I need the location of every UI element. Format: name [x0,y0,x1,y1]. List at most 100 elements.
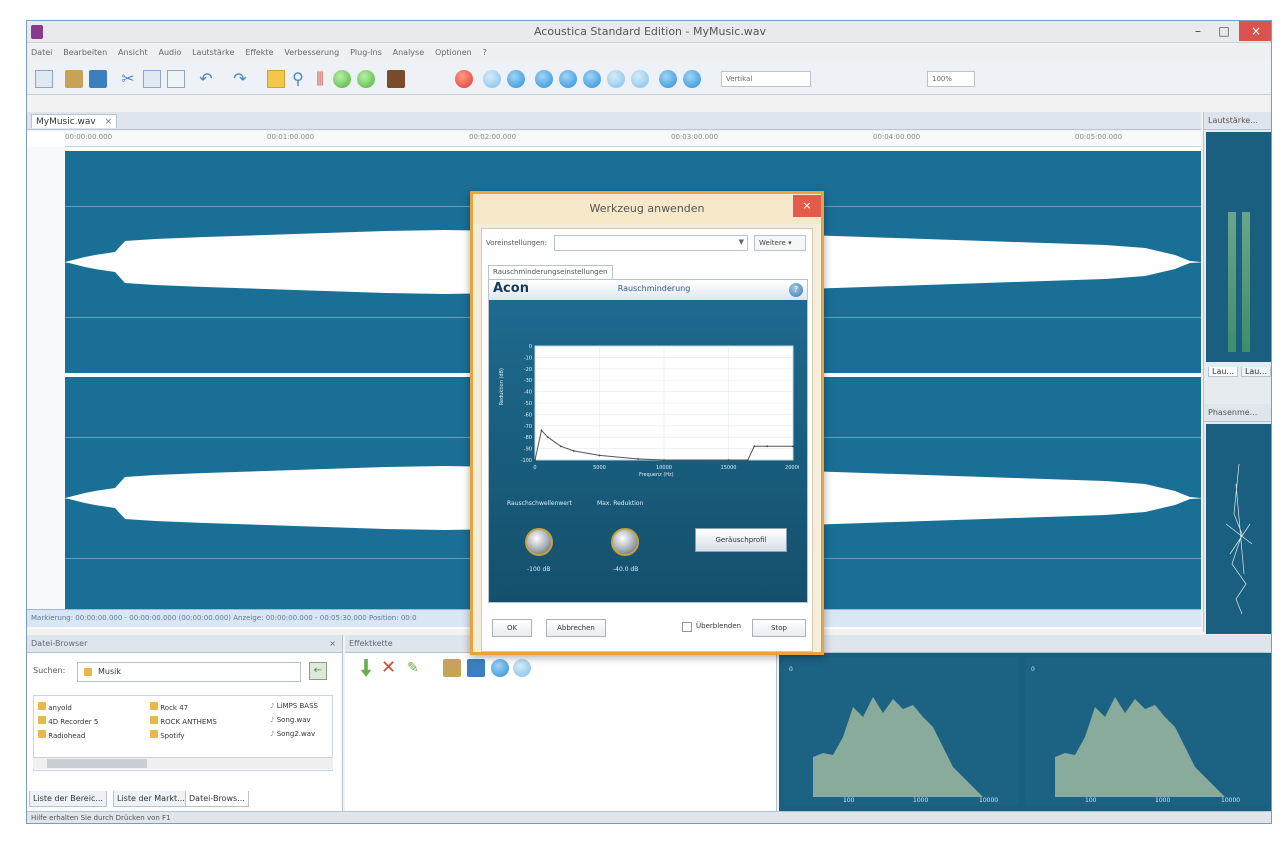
ruler-tick: 00:01:00.000 [267,133,315,141]
stop-icon[interactable] [631,70,649,88]
file-browser-close-icon[interactable]: × [329,635,336,653]
time-ruler[interactable]: 00:00:00.000 00:01:00.000 00:02:00.000 0… [65,131,1201,147]
dialog-close-button[interactable]: × [793,195,821,217]
plugin-frame: Acon Rauschminderung ? Reduktion (dB) Fr… [488,279,808,603]
zoom-in-icon[interactable] [333,70,351,88]
spectrum-x-tick: 1000 [1155,797,1170,804]
list-item[interactable]: ROCK ANTHEMS [150,716,217,726]
apply-tool-dialog: Werkzeug anwenden × Voreinstellungen: ▼ … [470,191,824,655]
cancel-button[interactable]: Abbrechen [546,619,606,637]
y-tick-label: -50 [524,401,532,407]
list-item[interactable]: ♪ LiMPS BASS [270,702,318,710]
help-icon[interactable]: ? [789,283,803,297]
menu-plugins[interactable]: Plug-Ins [346,44,386,62]
play-icon[interactable] [535,70,553,88]
search-folder-select[interactable]: Musik [77,662,301,682]
remove-effect-icon[interactable]: ✕ [381,659,399,677]
list-item[interactable]: ♪ Song2.wav [270,730,315,738]
record-icon[interactable] [455,70,473,88]
tab-ranges[interactable]: Liste der Bereic... [29,791,107,807]
list-item[interactable]: Radiohead [38,730,85,740]
max-reduction-knob[interactable] [605,524,645,564]
minimize-button[interactable]: – [1185,21,1211,41]
more-button[interactable]: Weitere ▾ [754,235,806,251]
select-tool-icon[interactable] [267,70,285,88]
copy-icon[interactable] [143,70,161,88]
play-selection-icon[interactable] [559,70,577,88]
menu-bearbeiten[interactable]: Bearbeiten [59,44,111,62]
paste-icon[interactable] [167,70,185,88]
bottom-panels: Datei-Browser × Suchen: Musik ← anyold 4… [27,635,1271,811]
scroll-thumb[interactable] [47,759,147,768]
pause-icon[interactable] [607,70,625,88]
list-item[interactable]: anyold [38,702,72,712]
save-chain-icon[interactable] [467,659,485,677]
list-item[interactable]: Spotify [150,730,185,740]
document-tab[interactable]: MyMusic.wav × [31,114,118,128]
menu-audio[interactable]: Audio [154,44,185,62]
menu-lautstaerke[interactable]: Lautstärke [188,44,238,62]
menu-verbesserung[interactable]: Verbesserung [280,44,343,62]
forward-icon[interactable] [659,70,677,88]
list-item[interactable]: ♪ Song.wav [270,716,311,724]
redo-icon[interactable]: ↷ [231,70,249,88]
undo-icon[interactable]: ↶ [197,70,215,88]
go-up-button[interactable]: ← [309,662,327,680]
tab-levels-r[interactable]: Lau... [1240,367,1271,377]
spectrum-right-plot: 0 100 1000 10000 [1031,666,1240,804]
goto-end-icon[interactable] [683,70,701,88]
preview-chain-icon[interactable] [491,659,509,677]
y-tick-label: -70 [524,424,532,430]
tab-levels-l[interactable]: Lau... [1208,367,1239,377]
noise-reduction-chart[interactable]: 0 5000 10000 15000 20000 0 -10 -20 -30 -40 -50 -60 -… [509,340,799,472]
zoom-select[interactable]: 100% [927,71,975,87]
x-tick-label: 5000 [593,465,606,471]
save-icon[interactable] [89,70,107,88]
knob-dial[interactable] [611,528,639,556]
menu-effekte[interactable]: Effekte [241,44,277,62]
menu-ansicht[interactable]: Ansicht [114,44,152,62]
cut-icon[interactable]: ✂ [119,70,137,88]
horizontal-scrollbar[interactable] [33,757,333,769]
preset-select[interactable]: ▼ [554,235,748,251]
ok-button[interactable]: OK [492,619,532,637]
open-folder-icon[interactable] [65,70,83,88]
open-chain-icon[interactable] [443,659,461,677]
stop-chain-icon[interactable] [513,659,531,677]
scrub-tool-icon[interactable]: ⫼ [311,70,329,88]
goto-start-icon[interactable] [483,70,501,88]
folder-icon [150,702,158,710]
menu-help[interactable]: ? [479,44,491,62]
close-button[interactable]: × [1239,21,1271,41]
list-item[interactable]: Rock 47 [150,702,188,712]
zoom-tool-icon[interactable]: ⚲ [289,70,307,88]
stop-button[interactable]: Stop [752,619,806,637]
graph-y-label: Reduktion (dB) [499,368,505,406]
tab-noise-reduction-settings[interactable]: Rauschminderungseinstellungen [488,265,613,279]
zoom-out-icon[interactable] [357,70,375,88]
loop-icon[interactable] [583,70,601,88]
list-item[interactable]: 4D Recorder 5 [38,716,98,726]
y-tick-label: -100 [521,458,532,464]
menu-datei[interactable]: Datei [27,44,56,62]
tab-file-browser[interactable]: Datei-Brows... [185,791,249,807]
title-bar: Acoustica Standard Edition - MyMusic.wav… [27,21,1271,43]
new-file-icon[interactable] [35,70,53,88]
crossfade-checkbox[interactable] [682,622,692,632]
rewind-icon[interactable] [507,70,525,88]
learn-noise-profile-button[interactable]: Geräuschprofil [695,528,787,552]
crop-icon[interactable] [387,70,405,88]
bypass-effect-icon[interactable]: ✎ [407,659,425,677]
menu-analyse[interactable]: Analyse [389,44,429,62]
add-effect-icon[interactable] [360,659,372,677]
status-bar: Hilfe erhalten Sie durch Drücken von F1 [27,811,1271,823]
maximize-button[interactable]: □ [1211,21,1237,41]
spectrum-right: 0 100 1000 10000 [1025,657,1269,805]
graph-x-label: Frequenz (Hz) [639,472,674,478]
menu-optionen[interactable]: Optionen [431,44,476,62]
document-tab-close-icon[interactable]: × [105,117,113,127]
knob-dial[interactable] [525,528,553,556]
threshold-knob[interactable] [519,524,559,564]
tab-markers[interactable]: Liste der Markt... [113,791,189,807]
view-select[interactable]: Vertikal [721,71,811,87]
